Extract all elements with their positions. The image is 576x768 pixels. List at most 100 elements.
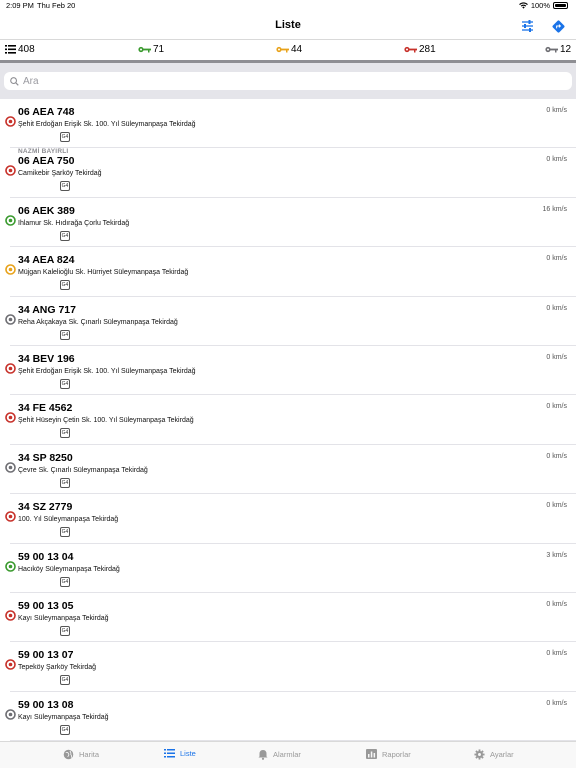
vehicle-row[interactable]: 59 00 13 05 Kayı Süleymanpaşa Tekirdağ G4 0… xyxy=(0,593,576,643)
count-gray-value: 12 xyxy=(560,44,572,55)
vehicle-speed: 0 km/s xyxy=(546,255,567,263)
vehicle-row[interactable]: 34 AEA 824 Müjgan Kalelioğlu Sk. Hürriyet… xyxy=(0,247,576,297)
status-date: Thu Feb 20 xyxy=(37,1,76,10)
search-icon xyxy=(10,76,19,86)
device-badge: G4 xyxy=(60,181,70,192)
navigation-bar: Liste xyxy=(0,12,576,39)
vehicle-address: Şehit Erdoğan Erişik Sk. 100. Yıl Süleym… xyxy=(18,368,196,375)
status-time: 2:09 PM xyxy=(6,1,34,10)
device-badge: G4 xyxy=(60,576,70,587)
device-badge: G4 xyxy=(60,724,70,735)
vehicle-row[interactable]: 34 FE 4562 Şehit Hüseyin Çetin Sk. 100. Y… xyxy=(0,395,576,445)
vehicle-plate: 06 AEA 748 xyxy=(18,106,75,118)
vehicle-list: 06 AEA 748 Şehit Erdoğan Erişik Sk. 100. … xyxy=(0,99,576,741)
status-dot-icon xyxy=(5,262,16,275)
count-all[interactable]: 408 xyxy=(5,44,35,55)
list-icon xyxy=(5,45,16,54)
count-green[interactable]: 71 xyxy=(138,44,164,55)
count-orange-value: 44 xyxy=(291,44,303,55)
key-icon xyxy=(276,46,289,53)
status-dot-icon xyxy=(5,707,16,720)
filter-button[interactable] xyxy=(518,17,536,35)
vehicle-plate: 06 AEA 750 xyxy=(18,155,75,168)
sliders-icon xyxy=(521,20,533,32)
vehicle-plate: 59 00 13 04 xyxy=(18,550,74,563)
vehicle-plate: 59 00 13 05 xyxy=(18,600,74,612)
device-badge: G4 xyxy=(60,477,70,488)
vehicle-row[interactable]: 34 BEV 196 Şehit Erdoğan Erişik Sk. 100. … xyxy=(0,346,576,396)
status-dot-icon xyxy=(5,213,16,226)
vehicle-address: Müjgan Kalelioğlu Sk. Hürriyet Süleymanp… xyxy=(18,269,189,277)
device-badge: G4 xyxy=(60,527,70,538)
device-badge: G4 xyxy=(60,132,70,142)
vehicle-speed: 0 km/s xyxy=(546,502,567,510)
vehicle-row[interactable]: 06 AEK 389 Ihlamur Sk. Hıdırağa Çorlu Tek… xyxy=(0,198,576,248)
wifi-icon xyxy=(518,2,528,9)
search-input[interactable] xyxy=(23,75,543,87)
key-icon xyxy=(404,46,417,53)
vehicle-speed: 3 km/s xyxy=(546,551,567,559)
vehicle-address: Şehit Erdoğan Erişik Sk. 100. Yıl Süleym… xyxy=(18,121,196,128)
vehicle-speed: 0 km/s xyxy=(546,403,567,411)
tab-alarmlar[interactable]: Alarmlar xyxy=(258,749,301,760)
device-badge: G4 xyxy=(60,329,70,340)
count-green-value: 71 xyxy=(153,44,165,55)
status-bar: 2:09 PM Thu Feb 20 100% xyxy=(0,0,576,12)
count-red[interactable]: 281 xyxy=(404,44,436,55)
tab-bar: Harita Liste Alarmlar Raporlar Ayarlar xyxy=(0,741,576,768)
battery-label: 100% xyxy=(530,1,550,10)
count-orange[interactable]: 44 xyxy=(276,44,302,55)
device-badge: G4 xyxy=(60,675,70,686)
vehicle-row[interactable]: 34 SP 8250 Çevre Sk. Çınarlı Süleymanpaşa… xyxy=(0,445,576,495)
vehicle-speed: 0 km/s xyxy=(546,699,567,707)
search-bar xyxy=(0,63,576,99)
vehicle-address: Kayı Süleymanpaşa Tekirdağ xyxy=(18,615,109,622)
count-gray[interactable]: 12 xyxy=(545,44,571,55)
gear-icon xyxy=(474,749,485,760)
vehicle-row[interactable]: 59 00 13 04 Hacıköy Süleymanpaşa Tekirdağ… xyxy=(0,544,576,593)
tab-label: Ayarlar xyxy=(490,750,514,759)
vehicle-row[interactable]: 06 AEA 748 Şehit Erdoğan Erişik Sk. 100. … xyxy=(0,99,576,149)
device-badge: G4 xyxy=(60,428,70,439)
vehicle-address: Tepeköy Şarköy Tekirdağ xyxy=(18,664,97,672)
vehicle-row[interactable]: 34 SZ 2779 100. Yıl Süleymanpaşa Tekirdağ… xyxy=(0,494,576,544)
vehicle-row[interactable]: 59 00 13 08 Kayı Süleymanpaşa Tekirdağ G4 0… xyxy=(0,692,576,741)
vehicle-address: Reha Akçakaya Sk. Çınarlı Süleymanpaşa T… xyxy=(18,318,178,326)
tab-ayarlar[interactable]: Ayarlar xyxy=(474,749,514,760)
count-red-value: 281 xyxy=(419,44,436,55)
tab-label: Raporlar xyxy=(382,749,411,759)
chart-icon xyxy=(366,749,377,759)
tab-label: Alarmlar xyxy=(273,750,301,759)
tab-label: Harita xyxy=(79,750,100,759)
tab-label: Liste xyxy=(180,749,196,758)
status-dot-icon xyxy=(5,312,16,325)
device-badge: G4 xyxy=(60,230,70,241)
vehicle-plate: 34 FE 4562 xyxy=(18,402,73,415)
vehicle-address: Çevre Sk. Çınarlı Süleymanpaşa Tekirdağ xyxy=(18,466,148,474)
vehicle-speed: 0 km/s xyxy=(546,650,567,658)
tab-liste[interactable]: Liste xyxy=(164,749,196,758)
vehicle-address: Ihlamur Sk. Hıdırağa Çorlu Tekirdağ xyxy=(18,219,130,227)
search-field[interactable] xyxy=(4,72,572,90)
vehicle-speed: 0 km/s xyxy=(546,304,567,312)
vehicle-speed: 0 km/s xyxy=(546,107,567,114)
tab-raporlar[interactable]: Raporlar xyxy=(366,749,411,759)
vehicle-plate: 34 BEV 196 xyxy=(18,353,75,365)
vehicle-row[interactable]: NAZMİ BAYIRLI 06 AEA 750 Camikebir Şarköy … xyxy=(0,148,576,198)
vehicle-plate: 59 00 13 07 xyxy=(18,649,74,662)
page-title: Liste xyxy=(275,19,301,31)
vehicle-row[interactable]: 34 ANG 717 Reha Akçakaya Sk. Çınarlı Süle… xyxy=(0,297,576,346)
status-dot-icon xyxy=(5,608,16,621)
status-dot-icon xyxy=(5,114,16,127)
vehicle-address: Hacıköy Süleymanpaşa Tekirdağ xyxy=(18,565,120,573)
device-badge: G4 xyxy=(60,280,70,291)
vehicle-row[interactable]: 59 00 13 07 Tepeköy Şarköy Tekirdağ G4 0 km… xyxy=(0,642,576,692)
vehicle-address: Şehit Hüseyin Çetin Sk. 100. Yıl Süleyma… xyxy=(18,417,194,425)
directions-button[interactable] xyxy=(549,17,567,35)
vehicle-address: 100. Yıl Süleymanpaşa Tekirdağ xyxy=(18,516,119,524)
vehicle-speed: 0 km/s xyxy=(546,601,567,608)
vehicle-speed: 0 km/s xyxy=(546,156,567,164)
status-dot-icon xyxy=(5,657,16,671)
tab-harita[interactable]: Harita xyxy=(63,749,99,760)
status-dot-icon xyxy=(5,163,16,177)
